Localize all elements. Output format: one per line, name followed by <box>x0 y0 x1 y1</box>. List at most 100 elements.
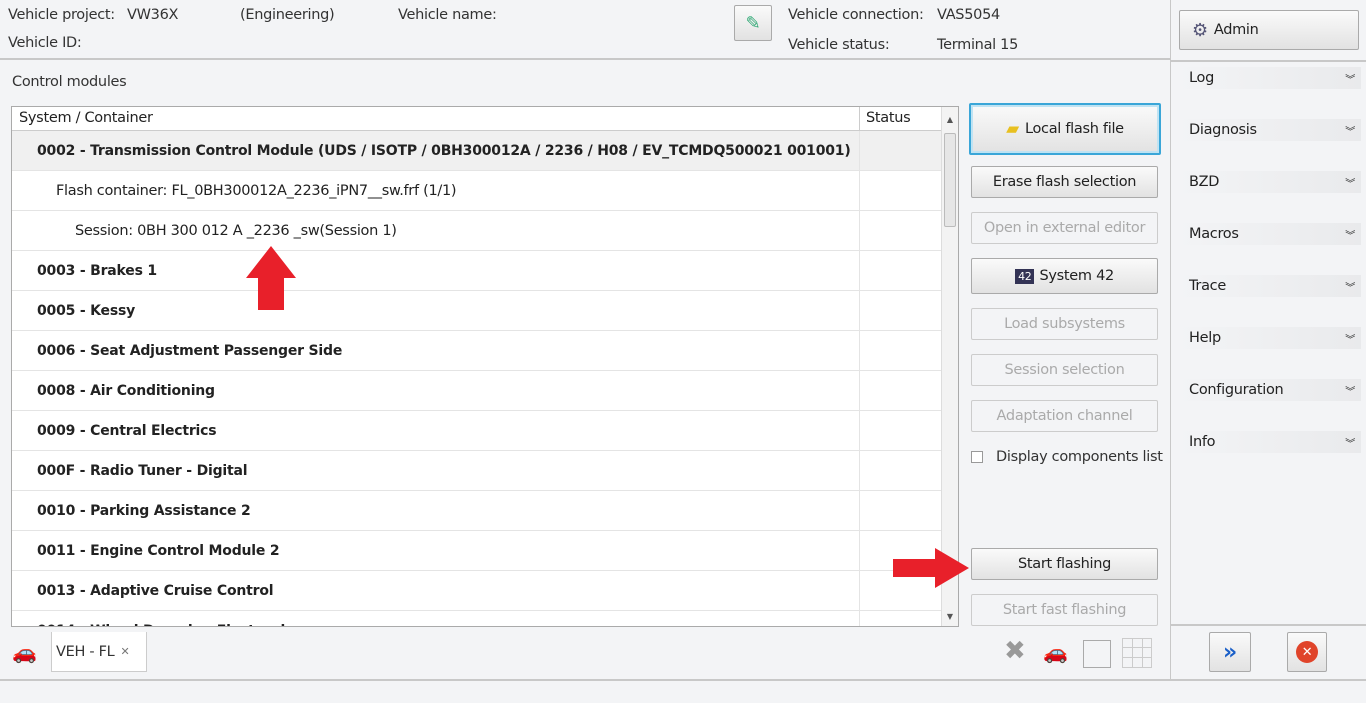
tab-label: VEH - FL <box>56 643 115 660</box>
admin-button[interactable]: ⚙ Admin <box>1179 10 1359 50</box>
sidebar-item-bzd[interactable]: BZD ︾ <box>1177 171 1361 193</box>
double-chevron-right-icon: » <box>1223 639 1237 665</box>
status-bar <box>0 679 1366 703</box>
row-system-name: 000F - Radio Tuner - Digital <box>12 451 860 490</box>
row-system-name: 0006 - Seat Adjustment Passenger Side <box>12 331 860 370</box>
table-row[interactable]: 0002 - Transmission Control Module (UDS … <box>12 131 958 171</box>
load-subsystems-button[interactable]: Load subsystems <box>971 308 1158 340</box>
table-row[interactable]: 0009 - Central Electrics <box>12 411 958 451</box>
row-system-name: 0002 - Transmission Control Module (UDS … <box>12 131 860 170</box>
adaptation-channel-button[interactable]: Adaptation channel <box>971 400 1158 432</box>
local-flash-label: Local flash file <box>1024 121 1124 137</box>
checklist-window-icon[interactable] <box>1083 640 1111 668</box>
section-title: Control modules <box>12 74 127 90</box>
table-row[interactable]: 0008 - Air Conditioning <box>12 371 958 411</box>
tools-disabled-icon[interactable]: ✖ <box>1004 636 1026 666</box>
close-tab-icon[interactable]: ✕ <box>120 645 129 658</box>
row-system-name: 0005 - Kessy <box>12 291 860 330</box>
red-arrow-up-annotation <box>246 246 296 310</box>
table-row[interactable]: 0010 - Parking Assistance 2 <box>12 491 958 531</box>
chevron-down-icon: ︾ <box>1345 74 1355 86</box>
local-flash-file-button[interactable]: ▰ Local flash file <box>969 103 1161 155</box>
chevron-down-icon: ︾ <box>1345 334 1355 346</box>
sidebar-item-label: BZD <box>1189 174 1220 190</box>
table-row[interactable]: Flash container: FL_0BH300012A_2236_iPN7… <box>12 171 958 211</box>
project-label: Vehicle project: <box>8 7 115 23</box>
close-button[interactable]: ✕ <box>1287 632 1327 672</box>
row-system-name: 0009 - Central Electrics <box>12 411 860 450</box>
row-system-name: 0011 - Engine Control Module 2 <box>12 531 860 570</box>
grid-icon[interactable] <box>1122 638 1152 668</box>
forward-button[interactable]: » <box>1209 632 1251 672</box>
column-status[interactable]: Status <box>860 107 942 130</box>
car-small-icon[interactable]: 🚗 <box>1043 640 1068 664</box>
car-icon: 🚗 <box>12 640 37 664</box>
red-x-circle-icon: ✕ <box>1296 641 1318 663</box>
status-label: Vehicle status: <box>788 37 890 53</box>
system42-icon: 42 <box>1015 268 1035 284</box>
chevron-down-icon: ︾ <box>1345 126 1355 138</box>
red-arrow-right-annotation <box>893 548 969 588</box>
folder-icon: ▰ <box>1006 119 1019 139</box>
table-body: 0002 - Transmission Control Module (UDS … <box>12 131 958 626</box>
notepad-pencil-icon: ✎ <box>745 12 761 34</box>
gear-icon: ⚙ <box>1192 19 1208 41</box>
start-fast-flashing-button[interactable]: Start fast flashing <box>971 594 1158 626</box>
sidebar-item-diagnosis[interactable]: Diagnosis ︾ <box>1177 119 1361 141</box>
table-row[interactable]: 0006 - Seat Adjustment Passenger Side <box>12 331 958 371</box>
chevron-down-icon: ︾ <box>1345 386 1355 398</box>
sidebar-item-macros[interactable]: Macros ︾ <box>1177 223 1361 245</box>
session-selection-button[interactable]: Session selection <box>971 354 1158 386</box>
chevron-down-icon: ︾ <box>1345 178 1355 190</box>
erase-flash-selection-button[interactable]: Erase flash selection <box>971 166 1158 198</box>
open-external-editor-button[interactable]: Open in external editor <box>971 212 1158 244</box>
scroll-thumb[interactable] <box>944 133 956 227</box>
table-row[interactable]: 0011 - Engine Control Module 2 <box>12 531 958 571</box>
sidebar-item-help[interactable]: Help ︾ <box>1177 327 1361 349</box>
vehicle-header: Vehicle project: VW36X (Engineering) Veh… <box>0 0 1170 60</box>
row-system-name: Session: 0BH 300 012 A _2236 _sw(Session… <box>12 211 860 250</box>
row-system-name: 0008 - Air Conditioning <box>12 371 860 410</box>
admin-label: Admin <box>1213 22 1259 38</box>
row-system-name: 0013 - Adaptive Cruise Control <box>12 571 860 610</box>
sidebar-item-label: Help <box>1189 330 1221 346</box>
sidebar-item-label: Trace <box>1189 278 1226 294</box>
right-sidebar: ⚙ Admin Log ︾ Diagnosis ︾ BZD ︾ Macros ︾ Trace ︾ He… <box>1170 0 1366 680</box>
table-row[interactable]: 000F - Radio Tuner - Digital <box>12 451 958 491</box>
connection-label: Vehicle connection: <box>788 7 924 23</box>
row-system-name: 0003 - Brakes 1 <box>12 251 860 290</box>
sidebar-item-info[interactable]: Info ︾ <box>1177 431 1361 453</box>
chevron-down-icon: ︾ <box>1345 438 1355 450</box>
project-mode: (Engineering) <box>240 7 335 23</box>
vehicle-name-label: Vehicle name: <box>398 7 497 23</box>
control-modules-table: System / Container Status 0002 - Transmi… <box>11 106 959 627</box>
start-flashing-button[interactable]: Start flashing <box>971 548 1158 580</box>
sidebar-item-log[interactable]: Log ︾ <box>1177 67 1361 89</box>
sidebar-item-trace[interactable]: Trace ︾ <box>1177 275 1361 297</box>
system-42-button[interactable]: 42 System 42 <box>971 258 1158 294</box>
table-row[interactable]: 0013 - Adaptive Cruise Control <box>12 571 958 611</box>
chevron-down-icon: ︾ <box>1345 282 1355 294</box>
table-row[interactable]: Session: 0BH 300 012 A _2236 _sw(Session… <box>12 211 958 251</box>
row-system-name: 0010 - Parking Assistance 2 <box>12 491 860 530</box>
table-row[interactable]: 0014 - Wheel Damping Electronics <box>12 611 958 626</box>
sidebar-item-configuration[interactable]: Configuration ︾ <box>1177 379 1361 401</box>
sidebar-item-label: Log <box>1189 70 1214 86</box>
edit-vehicle-button[interactable]: ✎ <box>734 5 772 41</box>
scroll-up-icon[interactable]: ▲ <box>942 115 958 124</box>
row-system-name: 0014 - Wheel Damping Electronics <box>12 611 860 626</box>
table-row[interactable]: 0005 - Kessy <box>12 291 958 331</box>
tab-bar: 🚗 VEH - FL ✕ ✖ 🚗 <box>0 632 1170 680</box>
row-system-name: Flash container: FL_0BH300012A_2236_iPN7… <box>12 171 860 210</box>
tab-veh-fl[interactable]: VEH - FL ✕ <box>51 632 147 672</box>
system42-label: System 42 <box>1039 268 1114 284</box>
display-components-checkbox[interactable] <box>971 451 983 463</box>
column-system[interactable]: System / Container <box>12 107 860 130</box>
status-value: Terminal 15 <box>937 37 1019 53</box>
table-row[interactable]: 0003 - Brakes 1 <box>12 251 958 291</box>
sidebar-item-label: Info <box>1189 434 1216 450</box>
chevron-down-icon: ︾ <box>1345 230 1355 242</box>
scroll-down-icon[interactable]: ▼ <box>942 612 958 621</box>
sidebar-item-label: Macros <box>1189 226 1239 242</box>
sidebar-item-label: Diagnosis <box>1189 122 1257 138</box>
